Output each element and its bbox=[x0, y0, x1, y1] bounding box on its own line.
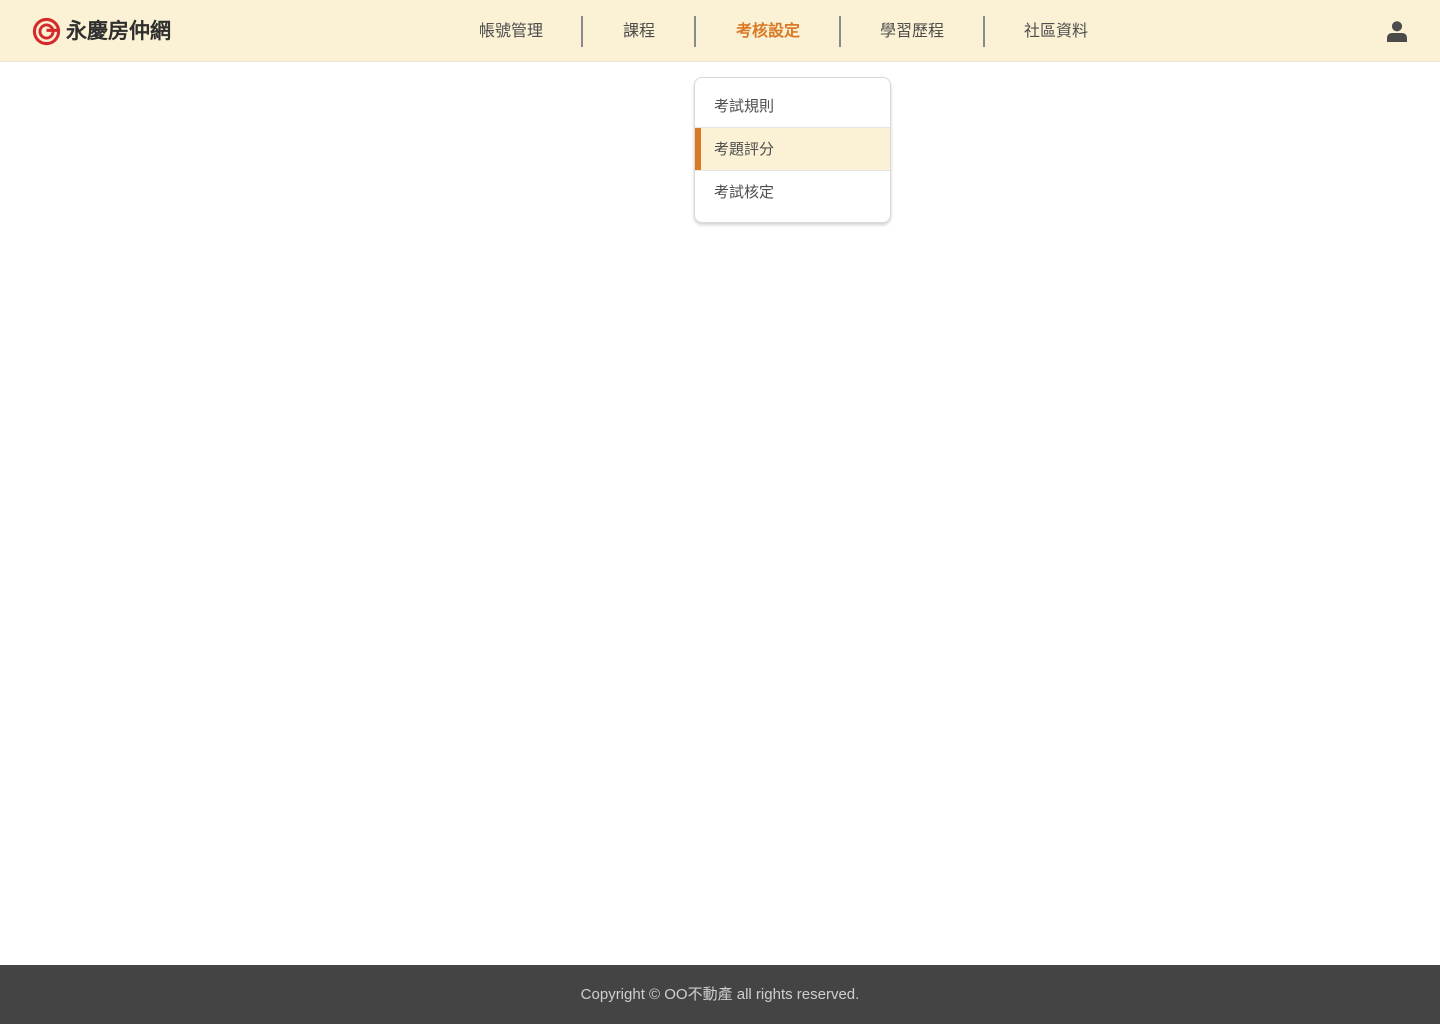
assessment-settings-dropdown: 考試規則 考題評分 考試核定 bbox=[694, 77, 891, 223]
main-nav: 帳號管理 課程 考核設定 學習歷程 社區資料 bbox=[0, 0, 1440, 62]
nav-item-courses[interactable]: 課程 bbox=[623, 0, 655, 62]
nav-divider bbox=[694, 16, 696, 47]
dropdown-item-question-scoring[interactable]: 考題評分 bbox=[695, 128, 890, 171]
nav-item-account-management[interactable]: 帳號管理 bbox=[479, 0, 543, 62]
dropdown-item-exam-rules[interactable]: 考試規則 bbox=[695, 78, 890, 128]
dropdown-item-exam-approval[interactable]: 考試核定 bbox=[695, 171, 890, 222]
nav-item-learning-history[interactable]: 學習歷程 bbox=[880, 0, 944, 62]
user-icon[interactable] bbox=[1387, 21, 1407, 42]
nav-divider bbox=[983, 16, 985, 47]
copyright-text: Copyright © OO不動產 all rights reserved. bbox=[580, 986, 860, 1003]
top-header: 永慶房仲網 帳號管理 課程 考核設定 學習歷程 社區資料 bbox=[0, 0, 1440, 62]
nav-divider bbox=[581, 16, 583, 47]
nav-divider bbox=[839, 16, 841, 47]
footer: Copyright © OO不動產 all rights reserved. bbox=[0, 965, 1440, 1024]
nav-item-assessment-settings[interactable]: 考核設定 bbox=[735, 0, 801, 62]
nav-item-community-data[interactable]: 社區資料 bbox=[1024, 0, 1088, 62]
